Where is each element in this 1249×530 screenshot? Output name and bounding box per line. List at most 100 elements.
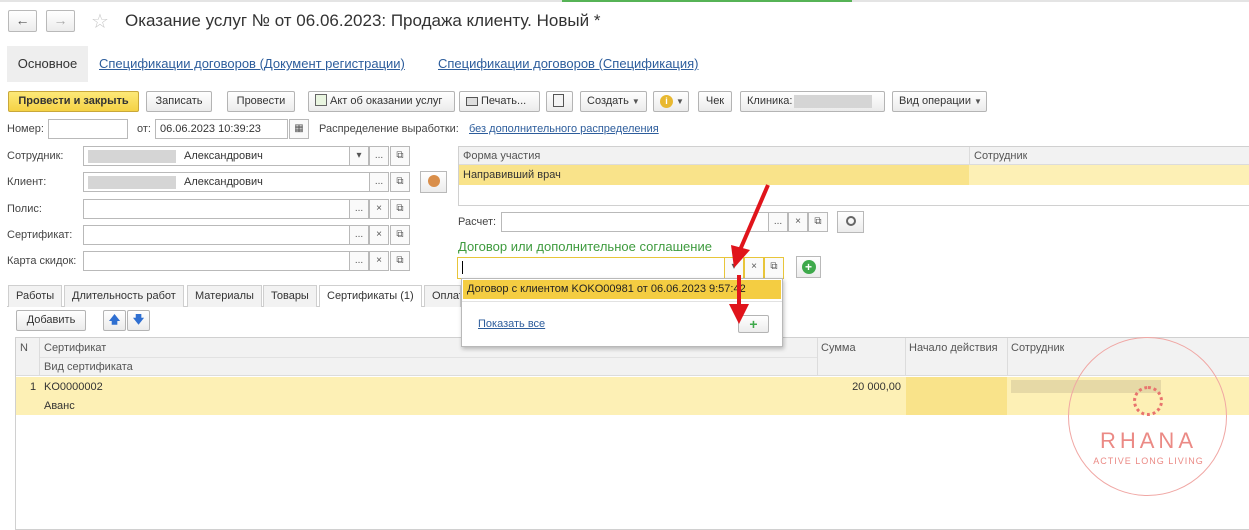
policy-select-button[interactable]: ...	[349, 199, 369, 219]
participation-employee-header: Сотрудник	[974, 150, 1028, 162]
certificate-field[interactable]	[83, 225, 370, 245]
tab-materials[interactable]: Материалы	[187, 285, 262, 307]
policy-field[interactable]	[83, 199, 370, 219]
calendar-icon[interactable]: ▦	[289, 119, 309, 139]
arrow-up-icon: 🡅	[108, 314, 121, 326]
contract-input[interactable]	[457, 257, 725, 279]
tab-contract-specs-doc[interactable]: Спецификации договоров (Документ регистр…	[99, 56, 405, 71]
col-n-header: N	[20, 342, 28, 354]
plus-circle-icon: +	[801, 260, 816, 274]
tab-certificates[interactable]: Сертификаты (1)	[319, 285, 422, 307]
row-sum: 20 000,00	[852, 381, 901, 393]
tab-works[interactable]: Работы	[8, 285, 63, 307]
date-field[interactable]: 06.06.2023 10:39:23	[155, 119, 288, 139]
row-start-cell[interactable]	[906, 377, 1007, 415]
policy-label: Полис:	[7, 203, 42, 215]
col-employee-header: Сотрудник	[1011, 342, 1065, 354]
arrow-right-icon: →	[53, 12, 68, 28]
contract-add-button[interactable]: +	[796, 256, 821, 278]
chevron-down-icon: ▼	[631, 97, 640, 106]
info-dropdown-button[interactable]: i ▼	[653, 91, 689, 112]
employee-open-icon[interactable]: ⧉	[390, 146, 410, 166]
number-label: Номер:	[7, 123, 44, 135]
employee-select-button[interactable]: ...	[369, 146, 389, 166]
tab-main[interactable]: Основное	[7, 46, 88, 82]
participation-row-form: Направивший врач	[463, 169, 561, 181]
policy-open-icon[interactable]: ⧉	[390, 199, 410, 219]
page-title: Оказание услуг № от 06.06.2023: Продажа …	[125, 11, 601, 30]
discount-card-label: Карта скидок:	[7, 255, 77, 267]
participation-table-header: Форма участия Сотрудник	[459, 147, 1249, 165]
annotation-arrow-bottom	[729, 275, 749, 324]
certificate-select-button[interactable]: ...	[349, 225, 369, 245]
brand-logo: RHANA ACTIVE LONG LIVING	[1068, 337, 1227, 496]
magnifier-icon	[845, 216, 856, 226]
discount-card-clear-icon[interactable]: ×	[369, 251, 389, 271]
row-certificate: KO0000002	[44, 381, 103, 393]
chevron-down-icon: ▼	[676, 97, 684, 106]
chevron-down-icon: ▼	[973, 97, 982, 106]
employee-value: Александрович	[184, 150, 263, 162]
save-button[interactable]: Записать	[146, 91, 212, 112]
calculation-search-button[interactable]	[837, 211, 864, 233]
act-button[interactable]: Акт об оказании услуг	[308, 91, 455, 112]
show-all-link[interactable]: Показать все	[478, 318, 545, 330]
table-row[interactable]: 1 KO0000002 Аванс 20 000,00	[16, 377, 1249, 415]
tab-work-duration[interactable]: Длительность работ	[64, 285, 184, 307]
policy-clear-icon[interactable]: ×	[369, 199, 389, 219]
move-down-button[interactable]: 🡇	[127, 310, 150, 331]
employee-field[interactable]: Александрович	[83, 146, 370, 166]
star-icon[interactable]: ☆	[91, 9, 109, 34]
receipt-button[interactable]: Чек	[698, 91, 732, 112]
certificate-open-icon[interactable]: ⧉	[390, 225, 410, 245]
annotation-arrow-top	[731, 184, 770, 268]
print-button[interactable]: Печать...	[459, 91, 540, 112]
clinic-button[interactable]: Клиника:	[740, 91, 885, 112]
calculation-open-icon[interactable]: ⧉	[808, 212, 828, 232]
list-view-button[interactable]	[546, 91, 573, 112]
contract-section-title: Договор или дополнительное соглашение	[458, 239, 712, 254]
add-button[interactable]: Добавить	[16, 310, 86, 331]
calculation-clear-icon[interactable]: ×	[788, 212, 808, 232]
post-button[interactable]: Провести	[227, 91, 295, 112]
col-certificate-type-header: Вид сертификата	[44, 361, 133, 373]
client-select-button[interactable]: ...	[369, 172, 389, 192]
tab-payment[interactable]: Оплата	[424, 285, 461, 307]
operation-type-button[interactable]: Вид операции ▼	[892, 91, 987, 112]
brand-name: RHANA	[1099, 428, 1197, 453]
participation-row-employee[interactable]	[969, 165, 1249, 185]
distribution-label: Распределение выработки:	[319, 123, 459, 135]
clinic-label: Клиника:	[747, 95, 793, 107]
col-start-header: Начало действия	[909, 342, 998, 354]
discount-card-open-icon[interactable]: ⧉	[390, 251, 410, 271]
arrow-down-icon: 🡇	[132, 314, 145, 326]
client-open-icon[interactable]: ⧉	[390, 172, 410, 192]
arrow-left-icon: ←	[15, 12, 30, 28]
post-and-close-button[interactable]: Провести и закрыть	[8, 91, 139, 112]
discount-card-field[interactable]	[83, 251, 370, 271]
certificate-clear-icon[interactable]: ×	[369, 225, 389, 245]
number-field[interactable]	[48, 119, 128, 139]
discount-card-select-button[interactable]: ...	[349, 251, 369, 271]
top-progress-line	[0, 0, 1249, 2]
document-check-icon	[315, 94, 327, 107]
client-card-button[interactable]	[420, 171, 447, 193]
act-button-label: Акт об оказании услуг	[330, 95, 443, 107]
move-up-button[interactable]: 🡅	[103, 310, 126, 331]
participation-form-header: Форма участия	[463, 150, 541, 162]
client-field[interactable]: Александрович	[83, 172, 370, 192]
date-from-label: от:	[137, 123, 151, 135]
forward-button[interactable]: →	[46, 10, 75, 32]
document-list-icon	[553, 93, 564, 107]
create-dropdown-button[interactable]: Создать ▼	[580, 91, 647, 112]
back-button[interactable]: ←	[8, 10, 37, 32]
tab-goods[interactable]: Товары	[263, 285, 317, 307]
distribution-link[interactable]: без дополнительного распределения	[469, 123, 659, 135]
person-search-icon	[427, 175, 440, 187]
tab-contract-specs-spec[interactable]: Спецификации договоров (Спецификация)	[438, 56, 699, 71]
calculation-label: Расчет:	[458, 216, 497, 228]
participation-row-selected-cell[interactable]: Направивший врач	[459, 165, 969, 185]
brand-tagline: ACTIVE LONG LIVING	[1093, 456, 1204, 466]
employee-dropdown-icon[interactable]: ▾	[349, 146, 369, 166]
row-n: 1	[30, 381, 37, 393]
